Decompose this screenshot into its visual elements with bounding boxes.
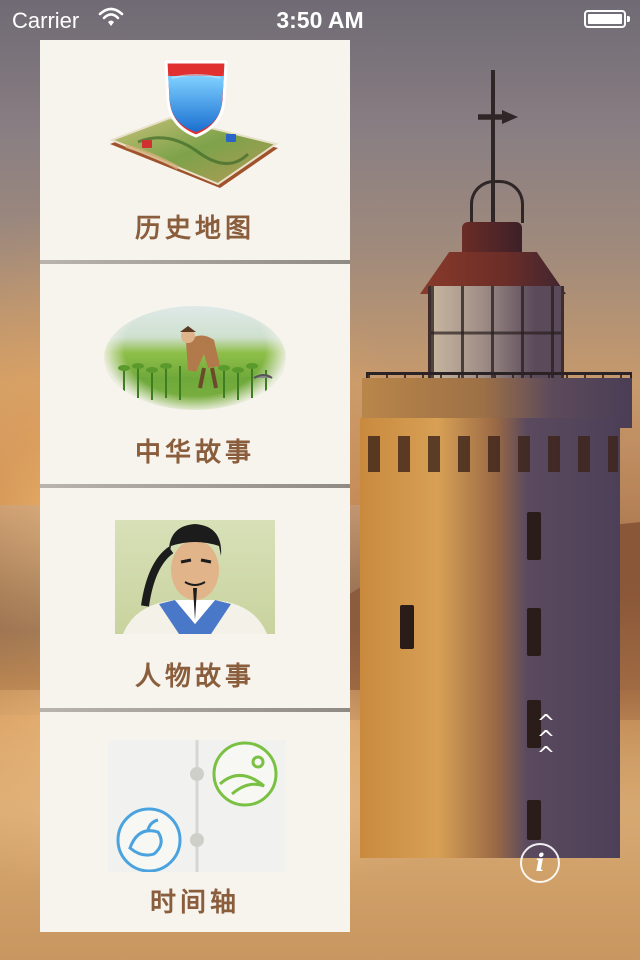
weather-vane [478,110,518,124]
lighthouse-tower [360,418,620,858]
status-bar: Carrier 3:50 AM [0,0,640,40]
lighthouse-lantern [428,286,564,381]
menu-item-label: 中华故事 [134,438,255,468]
lighthouse-window [527,800,541,840]
farmer-illustration [104,306,286,410]
category-menu: 历史地图 中华故事 人物故事 时间轴 [40,40,350,932]
status-time: 3:50 AM [276,7,364,33]
menu-item-label: 历史地图 [134,214,255,244]
menu-item-historical-map[interactable]: 历史地图 [40,40,350,264]
menu-item-chinese-stories[interactable]: 中华故事 [40,264,350,488]
menu-item-label: 时间轴 [149,888,240,918]
app-screen: Carrier 3:50 AM 历史地图 中华故事 人物故事 时间轴 ^ ^ ^… [0,0,640,960]
portrait-illustration [115,520,275,634]
spire-ornament [470,180,524,223]
menu-item-figure-stories[interactable]: 人物故事 [40,488,350,712]
chevron-up-icon: ^ [536,743,556,768]
lighthouse-window [527,608,541,656]
lighthouse-window [527,512,541,560]
lighthouse-arches [368,436,618,472]
map-icon [109,60,279,188]
scroll-up-hint-icon[interactable]: ^ ^ ^ [534,713,558,768]
timeline-icon [108,740,286,873]
info-button[interactable]: i [520,843,560,883]
menu-item-label: 人物故事 [134,662,255,692]
menu-item-timeline[interactable]: 时间轴 [40,712,350,932]
lighthouse-window [400,605,414,649]
battery-icon [584,10,630,28]
